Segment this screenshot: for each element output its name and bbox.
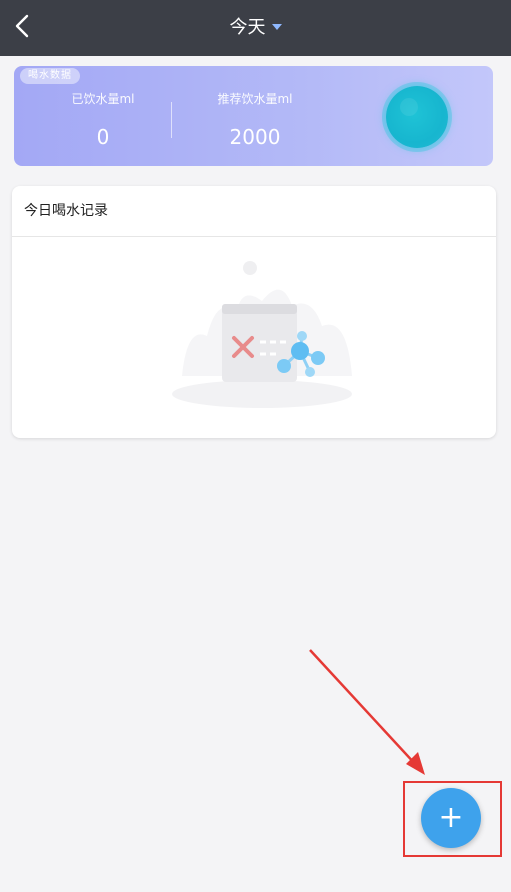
water-level-orb[interactable]	[386, 86, 448, 148]
record-title: 今日喝水记录	[12, 186, 496, 237]
recommended-stat: 推荐饮水量ml 2000	[180, 90, 330, 149]
drink-record-card: 今日喝水记录	[12, 186, 496, 438]
water-summary-card: 喝水数据 已饮水量ml 0 推荐饮水量ml 2000	[14, 66, 493, 166]
stat-divider	[171, 102, 172, 138]
date-selector[interactable]: 今天	[0, 0, 511, 52]
empty-state-illustration	[172, 261, 352, 408]
caret-down-icon	[271, 24, 282, 30]
recommended-value: 2000	[229, 125, 281, 149]
drank-value: 0	[96, 125, 110, 149]
recommended-label: 推荐饮水量ml	[217, 92, 293, 106]
page-title: 今天	[229, 17, 266, 38]
add-record-button[interactable]: +	[421, 788, 481, 848]
summary-tag: 喝水数据	[20, 68, 80, 84]
drank-label: 已饮水量ml	[71, 92, 135, 106]
top-app-bar: 今天	[0, 0, 511, 56]
drank-stat: 已饮水量ml 0	[28, 90, 178, 149]
plus-icon: +	[438, 800, 464, 835]
